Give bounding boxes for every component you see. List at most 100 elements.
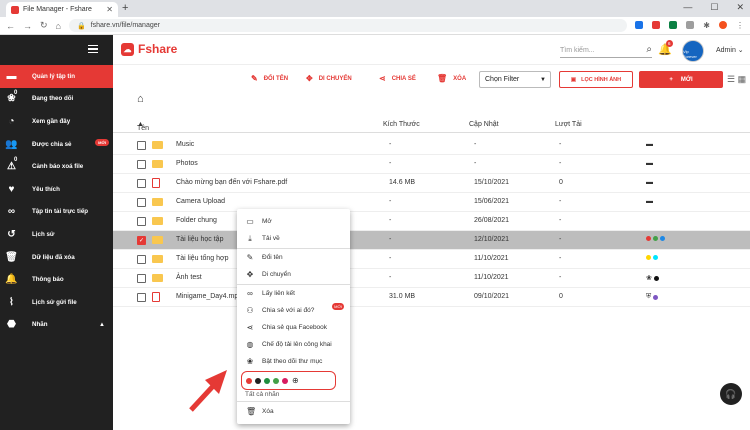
menu-item[interactable]: ⚇ Chia sẻ với ai đó? MỚI <box>237 302 350 319</box>
menu-item[interactable]: ∞ Lấy liên kết <box>237 285 350 302</box>
table-row[interactable]: Music - - - ▬ <box>113 136 750 155</box>
folder-action-icon[interactable]: ▬ <box>646 179 653 186</box>
extension-icon[interactable] <box>652 21 661 29</box>
row-checkbox[interactable] <box>137 274 146 283</box>
table-row[interactable]: Minigame_Day4.mp4 31.0 MB 09/10/2021 0 ⛨ <box>113 288 750 307</box>
filter-select[interactable]: Chọn Filter ▼ <box>479 71 551 88</box>
file-name[interactable]: Folder chung <box>176 217 217 224</box>
profile-icon[interactable] <box>719 21 727 29</box>
sidebar-item[interactable]: ❀ Đang theo dõi 0 <box>0 88 113 111</box>
close-window-icon[interactable]: ✕ <box>736 2 744 13</box>
sidebar-item[interactable]: ♥ Yêu thích <box>0 178 113 201</box>
puzzle-icon[interactable]: ✱ <box>703 21 710 30</box>
chevron-up-icon[interactable]: ▲ <box>99 322 105 328</box>
sidebar-item[interactable]: 🗑 Dữ liệu đã xóa <box>0 246 113 269</box>
menu-item[interactable]: ✎ Đổi tên <box>237 249 350 266</box>
label-color-swatch[interactable] <box>264 377 270 384</box>
row-checkbox[interactable] <box>137 160 146 169</box>
notification-bell-icon[interactable]: 🔔 6 <box>658 40 673 56</box>
label-color-swatch[interactable] <box>255 377 261 384</box>
file-name[interactable]: Tài liệu tổng hợp <box>176 255 228 262</box>
menu-item[interactable]: ⤓ Tải về <box>237 230 350 247</box>
file-name[interactable]: Photos <box>176 160 198 167</box>
hamburger-menu-icon[interactable] <box>88 45 98 53</box>
table-row[interactable]: Ảnh test - 11/10/2021 - ❀ <box>113 269 750 288</box>
avatar[interactable]: Vip Forever <box>682 40 704 62</box>
col-downloads[interactable]: Lượt Tải <box>555 121 582 128</box>
file-name[interactable]: Camera Upload <box>176 198 225 205</box>
search-icon[interactable]: ⌕ <box>646 44 652 55</box>
home-browser-icon[interactable]: ⌂ <box>56 21 61 31</box>
label-color-swatch[interactable] <box>282 377 288 384</box>
table-row[interactable]: ✓ Tài liệu học tập - 12/10/2021 - <box>113 231 750 250</box>
col-updated[interactable]: Cập Nhật <box>469 121 499 128</box>
file-name[interactable]: Minigame_Day4.mp4 <box>176 293 242 300</box>
table-row[interactable]: Photos - - - ▬ <box>113 155 750 174</box>
new-button[interactable]: + MỚI <box>639 71 723 88</box>
back-icon[interactable]: ← <box>6 21 15 31</box>
table-row[interactable]: Tài liệu tổng hợp - 11/10/2021 - <box>113 250 750 269</box>
tab-close-icon[interactable]: ✕ <box>106 5 113 14</box>
minimize-icon[interactable]: — <box>683 2 692 13</box>
menu-item[interactable]: ◍ Chế độ tải lên công khai <box>237 336 350 353</box>
sidebar-item[interactable]: 🔔 Thông báo <box>0 268 113 291</box>
all-labels-item[interactable]: Tất cả nhãn <box>245 391 279 398</box>
home-breadcrumb-icon[interactable]: ⌂ <box>137 93 144 105</box>
menu-item[interactable]: ❀ Bật theo dõi thư mục <box>237 353 350 370</box>
sidebar-item[interactable]: ▬ Quản lý tập tin <box>0 65 113 88</box>
move-button[interactable]: ✥ DI CHUYỂN <box>306 74 352 83</box>
label-color-swatch[interactable] <box>273 377 279 384</box>
table-row[interactable]: Camera Upload - 15/06/2021 - ▬ <box>113 193 750 212</box>
sidebar-item[interactable]: 👥 Được chia sẻ MỚI <box>0 133 113 156</box>
label-color-swatch[interactable] <box>246 377 252 384</box>
browser-tab[interactable]: File Manager - Fshare ✕ <box>6 2 118 17</box>
sidebar-item[interactable]: ⌇ Lịch sử gửi file <box>0 291 113 314</box>
col-size[interactable]: Kích Thước <box>383 121 420 128</box>
row-checkbox[interactable] <box>137 217 146 226</box>
folder-action-icon[interactable]: ▬ <box>646 160 653 167</box>
url-field[interactable]: 🔒 fshare.vn/file/manager <box>68 19 628 32</box>
brand-logo[interactable]: ☁ Fshare <box>121 42 177 56</box>
forward-icon[interactable]: → <box>23 21 32 31</box>
sidebar-item[interactable]: ↺ Lịch sử <box>0 223 113 246</box>
maximize-icon[interactable]: ☐ <box>710 2 718 13</box>
menu-item[interactable]: ⋖ Chia sẻ qua Facebook <box>237 319 350 336</box>
delete-button[interactable]: 🗑 XÓA <box>437 74 466 83</box>
folder-action-icon[interactable]: ▬ <box>646 198 653 205</box>
row-checkbox[interactable]: ✓ <box>137 236 146 245</box>
share-button[interactable]: ⋖ CHIA SẺ <box>379 74 416 83</box>
file-name[interactable]: Music <box>176 141 194 148</box>
file-name[interactable]: Ảnh test <box>176 274 202 281</box>
add-label-icon[interactable]: ⊕ <box>292 376 299 385</box>
support-headset-icon[interactable]: 🎧 <box>720 383 742 405</box>
reload-icon[interactable]: ↻ <box>40 20 48 31</box>
browser-menu-icon[interactable]: ⋮ <box>736 21 744 30</box>
extension-icon[interactable] <box>635 21 644 29</box>
menu-delete-item[interactable]: 🗑 Xóa <box>237 403 350 420</box>
image-filter-button[interactable]: ▣ LỌC HÌNH ẢNH <box>559 71 633 88</box>
file-name[interactable]: Chào mừng bạn đến với Fshare.pdf <box>176 179 287 186</box>
user-menu[interactable]: Admin ⌄ <box>716 46 744 54</box>
menu-item[interactable]: ▭ Mở <box>237 213 350 230</box>
rename-button[interactable]: ✎ ĐỔI TÊN <box>251 74 288 83</box>
extension-icon[interactable] <box>686 21 695 29</box>
search-input[interactable]: Tìm kiếm... ⌕ <box>560 43 652 58</box>
table-row[interactable]: Folder chung - 26/08/2021 - <box>113 212 750 231</box>
menu-item[interactable]: ✥ Di chuyển <box>237 266 350 283</box>
row-checkbox[interactable] <box>137 179 146 188</box>
new-tab-icon[interactable]: + <box>122 2 128 14</box>
row-checkbox[interactable] <box>137 198 146 207</box>
table-row[interactable]: Chào mừng bạn đến với Fshare.pdf 14.6 MB 1… <box>113 174 750 193</box>
sidebar-item[interactable]: ⬣ Nhãn ▲ <box>0 314 113 337</box>
view-toggle-icon[interactable]: ☰ ▦ <box>727 74 746 85</box>
sidebar-item[interactable]: ⚠ Cảnh báo xoá file 0 <box>0 155 113 178</box>
col-name[interactable]: Tên ▲ <box>137 121 149 132</box>
sidebar-item[interactable]: ◔ Xem gần đây <box>0 110 113 133</box>
sidebar-item[interactable]: ∞ Tập tin tải trực tiếp <box>0 201 113 224</box>
folder-action-icon[interactable]: ▬ <box>646 141 653 148</box>
row-checkbox[interactable] <box>137 141 146 150</box>
file-name[interactable]: Tài liệu học tập <box>176 236 223 243</box>
row-checkbox[interactable] <box>137 293 146 302</box>
row-checkbox[interactable] <box>137 255 146 264</box>
extension-icon[interactable] <box>669 21 678 29</box>
